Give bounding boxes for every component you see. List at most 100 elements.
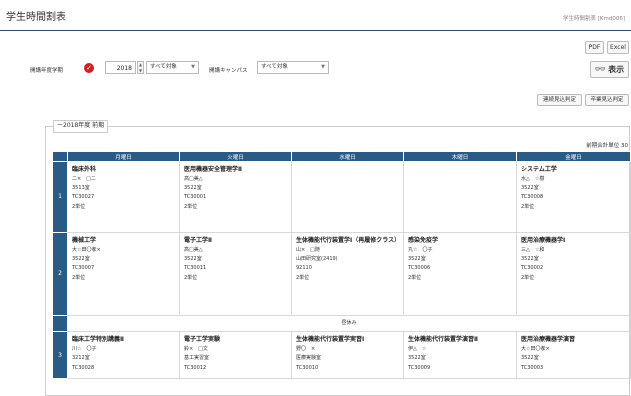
course-info: 2単位 — [184, 274, 198, 281]
course-info: TC30028 — [72, 364, 95, 371]
course-info: 山× □随 — [296, 247, 320, 253]
table-row: 2 機械工学 大☆田〇孝× 3522室 TC30007 2単位 電子工学Ⅱ 高□美△ 352… — [52, 232, 631, 316]
course-name[interactable]: 電子工学実験 — [184, 335, 287, 345]
year-spinner[interactable]: ▲ ▼ — [137, 61, 144, 74]
course-info: TC30027 — [72, 194, 95, 201]
course-name[interactable]: 生体機能代行装置学Ⅰ（再履修クラス） — [296, 236, 400, 246]
term-legend[interactable]: ー2018年度 前期 — [53, 120, 109, 133]
lunch-break: 昼休み — [67, 314, 631, 333]
campus-label: 開講キャンパス — [209, 68, 248, 74]
table-row: 1 臨床外科 ニ× □ニ 3513室 TC30027 2単位 医用機器安全管理学Ⅱ 高□美… — [52, 161, 631, 233]
chevron-down-icon: ▼ — [321, 64, 325, 70]
course-cell[interactable]: 電子工学Ⅱ 高□美△ 3522室 TC30011 2単位 — [179, 232, 292, 316]
course-info: TC30011 — [184, 265, 207, 272]
course-info: 3522室 — [184, 185, 202, 192]
course-info: 3212室 — [72, 355, 90, 362]
course-info: 医療実験室 — [296, 355, 322, 362]
course-info: 3513室 — [72, 185, 90, 192]
target-select[interactable]: すべて対象 ▼ — [146, 61, 199, 74]
timetable-header-row: 月曜日 火曜日 水曜日 木曜日 金曜日 — [52, 151, 631, 162]
course-info: TC30010 — [296, 364, 319, 371]
course-name[interactable]: 医用治療機器学演習 — [521, 335, 626, 345]
day-header: 金曜日 — [516, 151, 631, 162]
course-info: 高□美△ — [184, 247, 203, 253]
campus-select[interactable]: すべて対象 ▼ — [257, 61, 329, 74]
course-info: 山田研究室(2419) — [296, 256, 338, 263]
renzoku-button[interactable]: 連続見込判定 — [537, 94, 582, 106]
course-cell[interactable]: 生体機能代行装置学演習Ⅱ 伊△ ☆ 3522室 TC30009 — [403, 331, 517, 380]
course-info: 92110 — [296, 265, 312, 272]
year-input[interactable]: 2018 — [105, 61, 136, 74]
course-name[interactable]: システム工学 — [521, 165, 626, 175]
period-header — [52, 151, 68, 162]
day-header: 月曜日 — [67, 151, 180, 162]
pdf-button[interactable]: PDF — [585, 41, 604, 54]
sotsugyo-button[interactable]: 卒業見込判定 — [585, 94, 629, 106]
course-cell[interactable]: システム工学 水△ ☆樹 3522室 TC30008 2単位 — [516, 161, 631, 233]
course-info: 野〇 × — [296, 346, 316, 353]
course-info: 川☆ 〇子 — [72, 346, 97, 353]
course-name[interactable]: 機械工学 — [72, 236, 175, 246]
course-name[interactable]: 医用機器安全管理学Ⅱ — [184, 165, 287, 175]
course-cell[interactable]: 機械工学 大☆田〇孝× 3522室 TC30007 2単位 — [67, 232, 180, 316]
show-button[interactable]: 👓 表示 — [590, 61, 629, 78]
course-cell[interactable]: 医用機器安全管理学Ⅱ 高□美△ 3522室 TC30001 2単位 — [179, 161, 292, 233]
show-button-label: 表示 — [608, 65, 625, 74]
course-info: 3522室 — [408, 355, 426, 362]
course-cell[interactable]: 生体機能代行装置学Ⅰ（再履修クラス） 山× □随山田研究室(2419) 92110 2… — [291, 232, 404, 316]
course-info: TC30006 — [408, 265, 431, 272]
course-name[interactable]: 医用治療機器学Ⅰ — [521, 236, 626, 246]
course-info: TC30009 — [408, 364, 431, 371]
course-name[interactable]: 臨床外科 — [72, 165, 175, 175]
chevron-down-icon: ▼ — [191, 64, 195, 70]
timetable: 月曜日 火曜日 水曜日 木曜日 金曜日 1 臨床外科 ニ× □ニ 3513室 TC30… — [52, 151, 631, 380]
course-info: 2単位 — [408, 274, 422, 281]
lunch-break-row: 昼休み — [52, 314, 631, 333]
course-cell[interactable]: 生体機能代行装置学実習Ⅰ 野〇 × 医療実験室 TC30010 — [291, 331, 404, 380]
course-name[interactable]: 生体機能代行装置学実習Ⅰ — [296, 335, 399, 345]
course-cell[interactable]: 医用治療機器学演習 大☆田〇孝× 3522室 TC30003 — [516, 331, 631, 380]
course-info: 鈴× □文 — [184, 346, 208, 353]
page-id: 学生時間割表 [Kmd006] — [563, 16, 625, 22]
course-info: 2単位 — [72, 203, 86, 210]
check-icon: ✓ — [84, 63, 94, 73]
period-number — [52, 314, 68, 333]
course-info: 2単位 — [521, 274, 535, 281]
course-cell[interactable]: 医用治療機器学Ⅰ 三△ ☆和 3522室 TC30002 2単位 — [516, 232, 631, 316]
total-credits: 前期合計単位 30 — [586, 143, 628, 149]
course-info: TC30007 — [72, 265, 95, 272]
course-info: 大☆田〇孝× — [521, 346, 550, 353]
empty-cell — [291, 161, 404, 233]
course-info: 水△ ☆樹 — [521, 176, 545, 182]
course-cell[interactable]: 電子工学実験 鈴× □文 基工実習室 TC30012 — [179, 331, 292, 380]
day-header: 火曜日 — [179, 151, 292, 162]
course-info: ニ× □ニ — [72, 176, 96, 182]
empty-cell — [403, 161, 517, 233]
course-info: 3522室 — [184, 256, 202, 263]
course-info: 伊△ ☆ — [408, 346, 427, 353]
period-number: 1 — [52, 161, 68, 233]
campus-select-value: すべて対象 — [261, 64, 288, 70]
course-name[interactable]: 電子工学Ⅱ — [184, 236, 287, 246]
course-cell[interactable]: 臨床工学特別講義Ⅱ 川☆ 〇子 3212室 TC30028 — [67, 331, 180, 380]
course-info: TC30001 — [184, 194, 207, 201]
course-info: 3522室 — [408, 256, 426, 263]
target-select-value: すべて対象 — [150, 64, 177, 70]
course-name[interactable]: 臨床工学特別講義Ⅱ — [72, 335, 175, 345]
course-info: 3522室 — [521, 185, 539, 192]
course-info: TC30012 — [184, 364, 207, 371]
course-info: 大☆田〇孝× — [72, 247, 101, 253]
page-header: 学生時間割表 学生時間割表 [Kmd006] — [0, 0, 631, 31]
course-name[interactable]: 感染免疫学 — [408, 236, 512, 246]
course-info: 2単位 — [296, 274, 310, 281]
course-name[interactable]: 生体機能代行装置学演習Ⅱ — [408, 335, 512, 345]
period-number: 3 — [52, 331, 68, 380]
period-number: 2 — [52, 232, 68, 316]
course-info: 3522室 — [72, 256, 90, 263]
course-cell[interactable]: 臨床外科 ニ× □ニ 3513室 TC30027 2単位 — [67, 161, 180, 233]
course-cell[interactable]: 感染免疫学 丸☆ 〇子 3522室 TC30006 2単位 — [403, 232, 517, 316]
table-row: 3 臨床工学特別講義Ⅱ 川☆ 〇子 3212室 TC30028 電子工学実験 鈴× □文… — [52, 331, 631, 380]
course-info: 3522室 — [521, 355, 539, 362]
day-header: 水曜日 — [291, 151, 404, 162]
excel-button[interactable]: Excel — [607, 41, 629, 54]
